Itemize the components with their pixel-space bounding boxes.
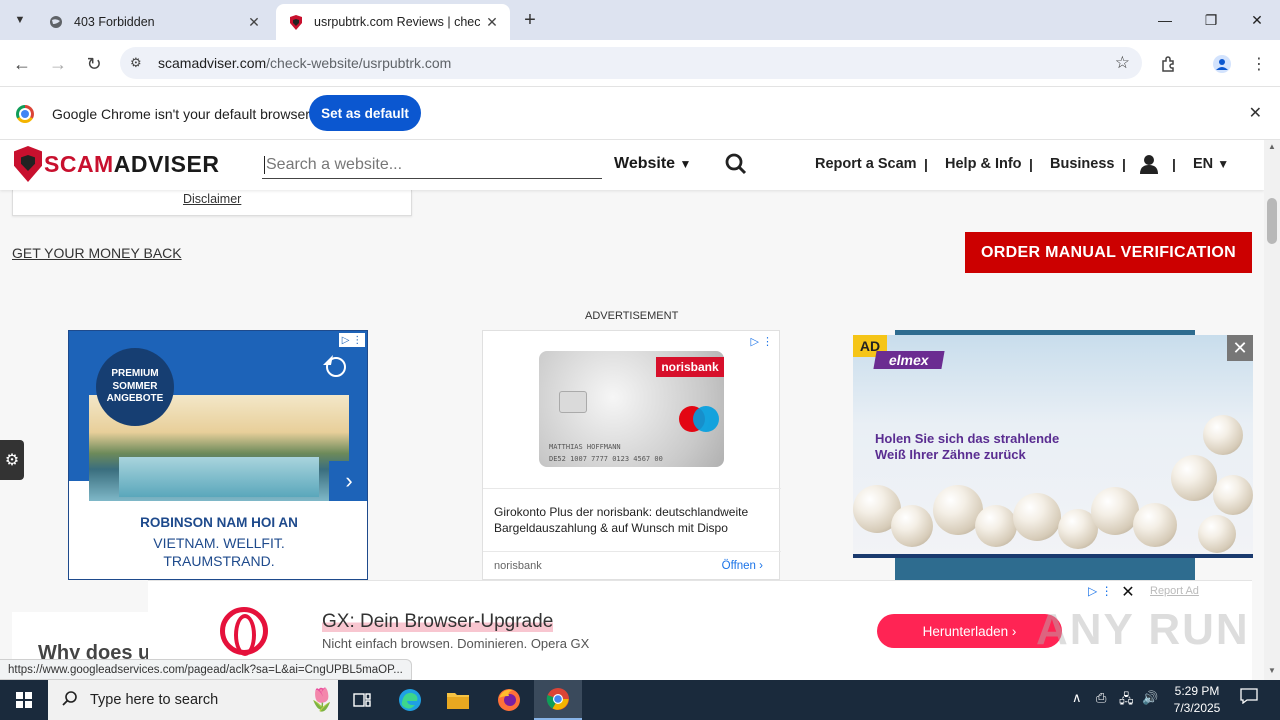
infobar-message: Google Chrome isn't your default browser — [52, 106, 310, 122]
settings-gear-icon[interactable]: ⚙ — [0, 440, 24, 480]
next-slide-button[interactable]: › — [329, 461, 367, 501]
ad-close-button[interactable]: ✕ — [1227, 335, 1253, 361]
nav-business[interactable]: Business — [1050, 156, 1114, 172]
restore-button[interactable]: ❐ — [1188, 0, 1234, 40]
chrome-icon — [16, 105, 34, 123]
nav-help-info[interactable]: Help & Info — [945, 156, 1022, 172]
tab-403-forbidden[interactable]: 403 Forbidden ✕ — [36, 4, 272, 40]
bank-card-image: norisbank MATTHIAS HOFFMANN DE52 1007 77… — [539, 351, 724, 467]
tab-close-button[interactable]: ✕ — [480, 14, 504, 31]
search-highlight-icon: 🌷 — [308, 687, 336, 712]
disclaimer-link[interactable]: Disclaimer — [183, 192, 241, 206]
tab-scamadviser[interactable]: usrpubtrk.com Reviews | check ✕ — [276, 4, 510, 40]
profile-icon[interactable] — [1208, 50, 1236, 78]
extensions-icon[interactable] — [1155, 50, 1183, 78]
window-close-button[interactable]: ✕ — [1234, 0, 1280, 40]
adchoices-icon[interactable]: ▷ ⋮ — [339, 333, 365, 347]
task-view-icon[interactable] — [338, 680, 386, 720]
opera-ad-subtitle: Nicht einfach browsen. Dominieren. Opera… — [322, 636, 590, 651]
sticky-ad-close-button[interactable]: ✕ — [1119, 583, 1137, 601]
page-content: Disclaimer GET YOUR MONEY BACK ORDER MAN… — [0, 140, 1264, 680]
open-button[interactable]: Öffnen › — [722, 560, 763, 572]
site-info-icon[interactable]: ⚙ — [130, 55, 148, 71]
report-ad-link[interactable]: Report Ad — [1150, 585, 1199, 597]
ad-copy: Girokonto Plus der norisbank: deutschlan… — [494, 505, 749, 536]
download-button[interactable]: Herunterladen › — [877, 614, 1062, 648]
nav-separator: | — [1172, 156, 1176, 172]
adchoices-icon[interactable]: ▷ ⋮ — [750, 335, 773, 348]
norisbank-ad[interactable]: ▷ ⋮ norisbank MATTHIAS HOFFMANN DE52 100… — [482, 330, 781, 580]
status-url: https://www.googleadservices.com/pagead/… — [0, 659, 412, 680]
bookmark-star-icon[interactable]: ☆ — [1115, 53, 1130, 73]
search-icon[interactable] — [725, 153, 747, 175]
taskbar-search[interactable]: Type here to search 🌷 — [48, 680, 338, 720]
volume-icon[interactable]: 🔊 — [1142, 690, 1158, 706]
firefox-icon[interactable] — [485, 680, 533, 720]
robinson-ad[interactable]: ▷ ⋮ PREMIUM SOMMER ANGEBOTE › ROBINSON N… — [68, 330, 368, 580]
taskbar-clock[interactable]: 5:29 PM 7/3/2025 — [1162, 683, 1232, 717]
tab-search-button[interactable]: ▼ — [8, 8, 32, 32]
nav-separator: | — [1122, 156, 1126, 172]
elmex-logo: elmex — [873, 351, 945, 369]
tab-close-button[interactable]: ✕ — [242, 14, 266, 31]
tray-device-icon[interactable]: ⎙ — [1096, 690, 1106, 706]
user-icon[interactable] — [1140, 154, 1158, 179]
opera-ad-title: GX: Dein Browser-Upgrade — [322, 611, 554, 632]
robinson-logo-icon — [319, 351, 351, 379]
site-header: SCAMADVISER Search a website... Website … — [0, 140, 1264, 190]
new-tab-button[interactable]: + — [518, 8, 542, 32]
network-icon[interactable]: 🖧 — [1119, 690, 1134, 712]
ad-subline: VIETNAM. WELLFIT. TRAUMSTRAND. — [153, 535, 285, 570]
order-verification-button[interactable]: ORDER MANUAL VERIFICATION — [965, 232, 1252, 273]
advertisement-label: ADVERTISEMENT — [585, 310, 679, 322]
site-search-input[interactable]: Search a website... — [262, 152, 602, 179]
shield-icon — [14, 146, 42, 182]
back-button[interactable]: ← — [8, 50, 36, 78]
search-type-dropdown[interactable]: Website ▼ — [614, 155, 691, 173]
adchoices-icon[interactable]: ▷ ⋮ — [1088, 584, 1113, 598]
start-button[interactable] — [0, 680, 48, 720]
infobar-close-icon[interactable]: ✕ — [1249, 103, 1262, 123]
scamadviser-logo[interactable]: SCAMADVISER — [14, 146, 219, 182]
anyrun-watermark: ANY RUN — [1036, 605, 1250, 654]
url-text: scamadviser.com/check-website/usrpubtrk.… — [158, 55, 452, 71]
disclaimer-box: Disclaimer — [12, 190, 412, 216]
nav-report-scam[interactable]: Report a Scam — [815, 156, 917, 172]
edge-icon[interactable] — [386, 680, 434, 720]
scamadviser-favicon-icon — [288, 14, 304, 30]
set-default-button[interactable]: Set as default — [309, 95, 421, 131]
globe-icon — [48, 14, 64, 30]
tab-title: usrpubtrk.com Reviews | check — [314, 15, 480, 29]
elmex-headline: Holen Sie sich das strahlende Weiß Ihrer… — [875, 431, 1060, 462]
file-explorer-icon[interactable] — [434, 680, 482, 720]
page-scrollbar[interactable]: ▲ ▼ — [1264, 140, 1280, 680]
elmex-ad[interactable]: AD elmex Holen Sie sich das strahlende W… — [853, 335, 1253, 558]
minimize-button[interactable]: — — [1142, 0, 1188, 40]
premium-badge: PREMIUM SOMMER ANGEBOTE — [96, 348, 174, 426]
forward-button[interactable]: → — [44, 50, 72, 78]
chrome-taskbar-icon[interactable] — [534, 680, 582, 720]
reload-button[interactable]: ↻ — [80, 50, 108, 78]
address-bar[interactable]: ⚙ scamadviser.com/check-website/usrpubtr… — [120, 47, 1142, 79]
advertiser-name: norisbank — [494, 560, 542, 572]
tab-title: 403 Forbidden — [74, 15, 155, 29]
language-selector[interactable]: EN ▼ — [1193, 156, 1229, 172]
ad-headline: ROBINSON NAM HOI AN — [140, 515, 298, 530]
opera-logo-icon — [220, 607, 268, 656]
search-icon — [62, 690, 78, 710]
menu-icon[interactable]: ⋮ — [1245, 50, 1273, 78]
windows-logo-icon — [16, 692, 32, 708]
tray-chevron-icon[interactable]: ∧ — [1072, 690, 1082, 706]
notification-icon[interactable] — [1240, 688, 1258, 707]
money-back-link[interactable]: GET YOUR MONEY BACK — [12, 245, 182, 261]
default-browser-infobar: Google Chrome isn't your default browser… — [0, 86, 1280, 140]
nav-separator: | — [924, 156, 928, 172]
nav-separator: | — [1029, 156, 1033, 172]
